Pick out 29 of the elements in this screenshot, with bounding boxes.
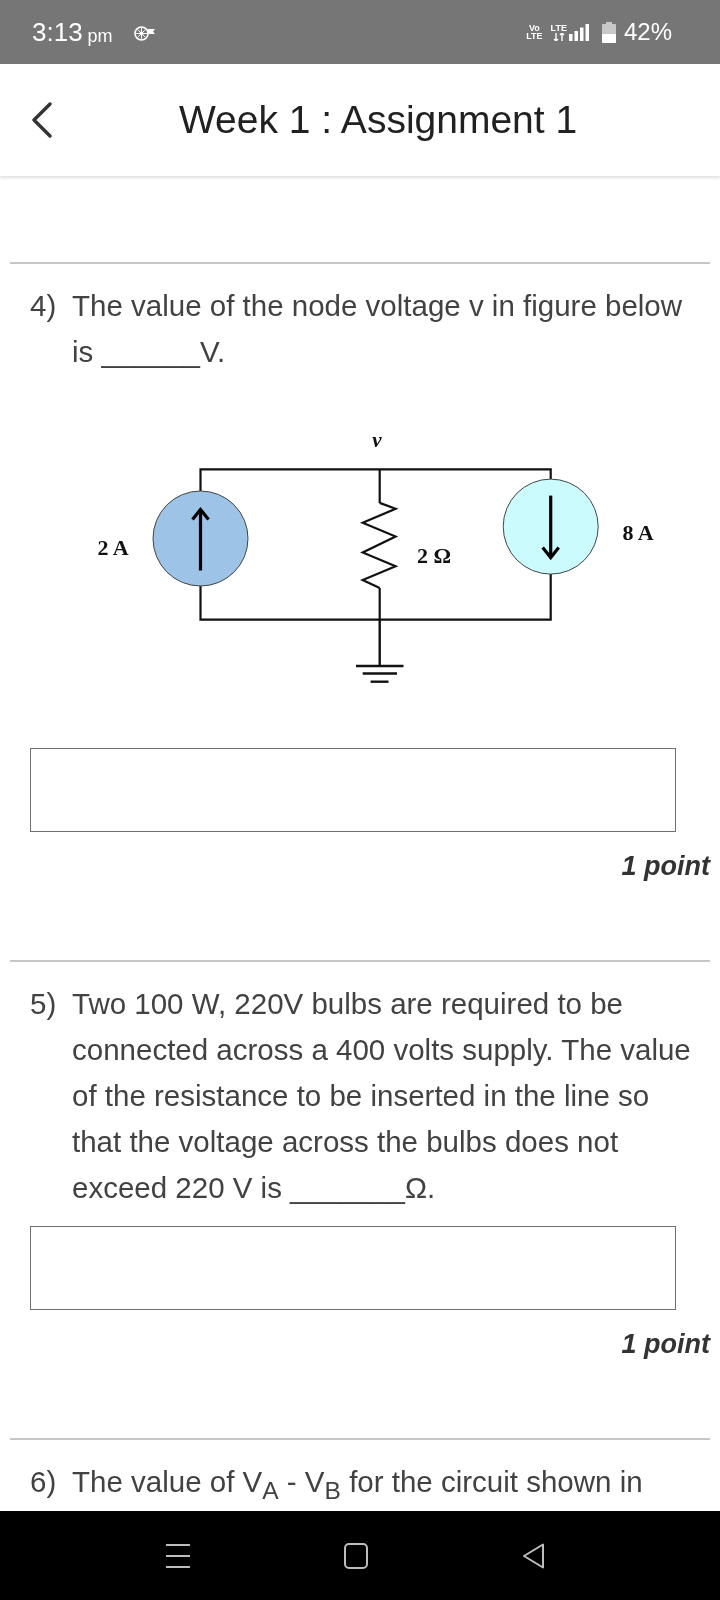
question-text: The value of the node voltage v in figure below is ______V. bbox=[72, 288, 684, 370]
question-number: 6) bbox=[30, 1464, 58, 1500]
data-arrows-icon bbox=[552, 32, 565, 41]
points-label: 1 point bbox=[621, 1329, 710, 1359]
battery-icon bbox=[601, 21, 616, 43]
ground-symbol bbox=[356, 619, 404, 683]
back-icon[interactable] bbox=[522, 1542, 545, 1569]
question-text: Two 100 W, 220V bulbs are required to be connected across a 400 volts supply. The value of the resistance to be inserted in the line so that the voltage across the bulbs does not exceed 220 V is _______Ω. bbox=[72, 986, 692, 1206]
resistor-label: 2 Ω bbox=[416, 543, 452, 569]
page-title: Week 1 : Assignment 1 bbox=[179, 97, 578, 143]
question-number: 5) bbox=[30, 986, 58, 1022]
answer-field[interactable] bbox=[30, 748, 676, 832]
status-time: 3:13 bbox=[32, 17, 83, 47]
question-number: 4) bbox=[30, 288, 58, 324]
points-label: 1 point bbox=[621, 851, 710, 881]
node-label: v bbox=[372, 427, 382, 452]
menu-icon[interactable] bbox=[166, 1543, 190, 1568]
volte-indicator: Vo LTE bbox=[526, 24, 543, 40]
source-label: 8 A bbox=[622, 520, 654, 546]
back-icon[interactable] bbox=[31, 102, 53, 138]
question-text: The value of V$_{A}$ - V$_{B}$ for the circuit shown in bbox=[72, 1464, 644, 1506]
home-icon[interactable] bbox=[344, 1542, 368, 1569]
status-period: pm bbox=[87, 26, 113, 46]
wheel-icon bbox=[133, 25, 156, 41]
signal-icon bbox=[568, 23, 589, 41]
source-label: 2 A bbox=[97, 535, 129, 561]
network-type: LTE bbox=[550, 23, 567, 33]
answer-field[interactable] bbox=[30, 1226, 676, 1310]
battery-percent: 42% bbox=[623, 18, 672, 46]
